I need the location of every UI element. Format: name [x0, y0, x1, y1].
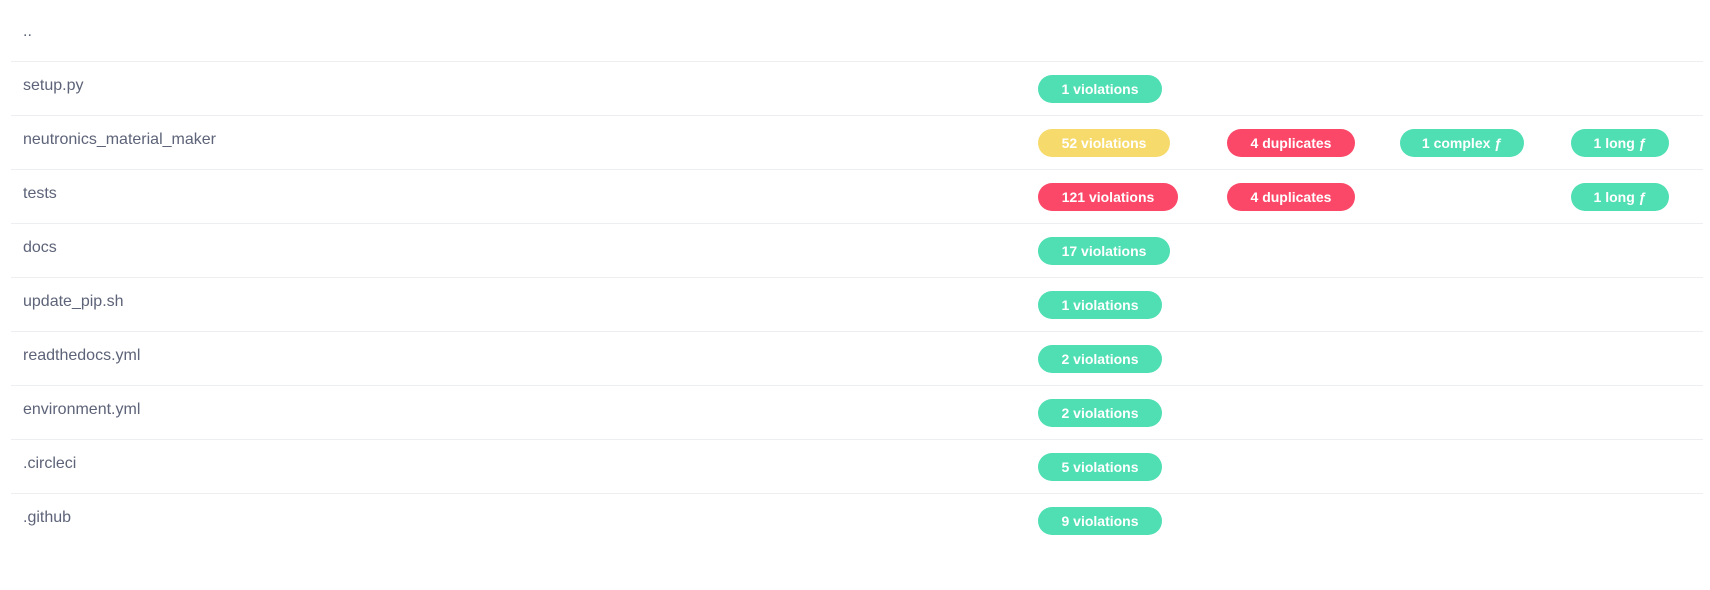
- file-name[interactable]: .circleci: [23, 455, 76, 473]
- violations-badge[interactable]: 1 violations: [1038, 291, 1162, 319]
- long-functions-badge[interactable]: 1 long ƒ: [1571, 183, 1669, 211]
- file-list: .. setup.py 1 violations neutronics_mate…: [11, 8, 1703, 548]
- file-name[interactable]: .github: [23, 509, 71, 527]
- file-name[interactable]: setup.py: [23, 77, 83, 95]
- duplicates-badge[interactable]: 4 duplicates: [1227, 129, 1355, 157]
- list-item-parent-dir[interactable]: ..: [11, 8, 1703, 62]
- list-item[interactable]: readthedocs.yml 2 violations: [11, 332, 1703, 386]
- list-item[interactable]: docs 17 violations: [11, 224, 1703, 278]
- file-name[interactable]: docs: [23, 239, 57, 257]
- file-name[interactable]: tests: [23, 185, 57, 203]
- violations-badge[interactable]: 17 violations: [1038, 237, 1170, 265]
- list-item[interactable]: environment.yml 2 violations: [11, 386, 1703, 440]
- list-item[interactable]: setup.py 1 violations: [11, 62, 1703, 116]
- violations-badge[interactable]: 9 violations: [1038, 507, 1162, 535]
- list-item[interactable]: tests 121 violations 4 duplicates 1 long…: [11, 170, 1703, 224]
- duplicates-badge[interactable]: 4 duplicates: [1227, 183, 1355, 211]
- list-item[interactable]: neutronics_material_maker 52 violations …: [11, 116, 1703, 170]
- file-name[interactable]: readthedocs.yml: [23, 347, 140, 365]
- violations-badge[interactable]: 52 violations: [1038, 129, 1170, 157]
- violations-badge[interactable]: 1 violations: [1038, 75, 1162, 103]
- violations-badge[interactable]: 5 violations: [1038, 453, 1162, 481]
- file-name[interactable]: environment.yml: [23, 401, 140, 419]
- file-name[interactable]: ..: [23, 23, 32, 41]
- complex-functions-badge[interactable]: 1 complex ƒ: [1400, 129, 1524, 157]
- file-name[interactable]: neutronics_material_maker: [23, 131, 216, 149]
- file-name[interactable]: update_pip.sh: [23, 293, 124, 311]
- list-item[interactable]: .circleci 5 violations: [11, 440, 1703, 494]
- violations-badge[interactable]: 2 violations: [1038, 399, 1162, 427]
- list-item[interactable]: .github 9 violations: [11, 494, 1703, 548]
- violations-badge[interactable]: 2 violations: [1038, 345, 1162, 373]
- list-item[interactable]: update_pip.sh 1 violations: [11, 278, 1703, 332]
- long-functions-badge[interactable]: 1 long ƒ: [1571, 129, 1669, 157]
- violations-badge[interactable]: 121 violations: [1038, 183, 1178, 211]
